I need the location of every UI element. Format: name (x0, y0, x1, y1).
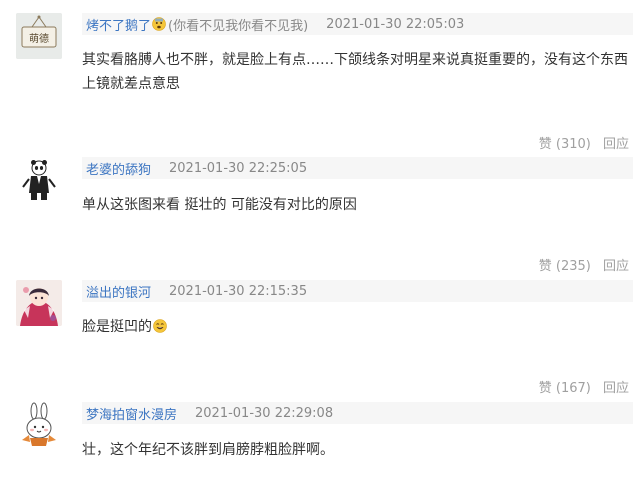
comment-text: 其实看胳膊人也不胖，就是脸上有点……下颌线条对明星来说真挺重要的，没有这个东西上… (82, 52, 628, 92)
comment-text: 壮，这个年纪不该胖到肩膀脖粗脸胖啊。 (82, 442, 334, 458)
avatar[interactable] (16, 402, 62, 448)
username-link[interactable]: 老婆的舔狗 (86, 159, 151, 178)
avatar[interactable]: 萌德 (16, 13, 62, 59)
like-button[interactable]: 赞 (235) (539, 259, 591, 274)
like-label: 赞 (538, 137, 552, 152)
username-link[interactable]: 烤不了鹅了 (86, 15, 151, 34)
anime-character-avatar-icon (16, 280, 62, 326)
comment-text: 脸是挺凹的 (82, 315, 634, 339)
svg-text:萌德: 萌德 (29, 32, 49, 45)
username-link[interactable]: 梦海拍窗水漫房 (86, 404, 177, 423)
avatar[interactable] (16, 157, 62, 203)
username-extra: (你看不见我你看不见我) (168, 18, 309, 34)
comment-timestamp: 2021-01-30 22:25:05 (169, 160, 308, 176)
comment-actions: 赞 (167) 回应 (539, 377, 629, 396)
like-count: (235) (555, 259, 591, 274)
comment-actions: 赞 (235) 回应 (539, 255, 629, 274)
comment-header: 烤不了鹅了 (你看不见我你看不见我) 2021-01-30 22:05:03 (82, 13, 633, 35)
like-label: 赞 (538, 259, 552, 274)
comment-text: 单从这张图来看 挺壮的 可能没有对比的原因 (82, 197, 357, 213)
reply-button[interactable]: 回应 (603, 381, 629, 396)
comment-header: 梦海拍窗水漫房 2021-01-30 22:29:08 (82, 402, 633, 424)
comment-header: 老婆的舔狗 2021-01-30 22:25:05 (82, 157, 633, 179)
comment-text-body: 脸是挺凹的 (82, 319, 152, 335)
username-link[interactable]: 溢出的银河 (86, 282, 151, 301)
comment-timestamp: 2021-01-30 22:15:35 (169, 283, 308, 299)
like-count: (167) (555, 381, 591, 396)
like-button[interactable]: 赞 (167) (539, 381, 591, 396)
like-count: (310) (555, 137, 591, 152)
reply-button[interactable]: 回应 (603, 137, 629, 152)
fearful-face-icon (152, 17, 166, 31)
avatar[interactable] (16, 280, 62, 326)
like-label: 赞 (538, 381, 552, 396)
reply-button[interactable]: 回应 (603, 259, 629, 274)
like-button[interactable]: 赞 (310) (539, 137, 591, 152)
comment-header: 溢出的银河 2021-01-30 22:15:35 (82, 280, 633, 302)
comment-timestamp: 2021-01-30 22:29:08 (195, 405, 334, 421)
comment-timestamp: 2021-01-30 22:05:03 (326, 16, 465, 32)
rabbit-avatar-icon (16, 402, 62, 448)
avatar-sign-icon: 萌德 (16, 13, 62, 59)
comment-actions: 赞 (310) 回应 (539, 133, 629, 152)
panda-suit-avatar-icon (16, 157, 62, 203)
grinning-face-icon (153, 317, 167, 333)
